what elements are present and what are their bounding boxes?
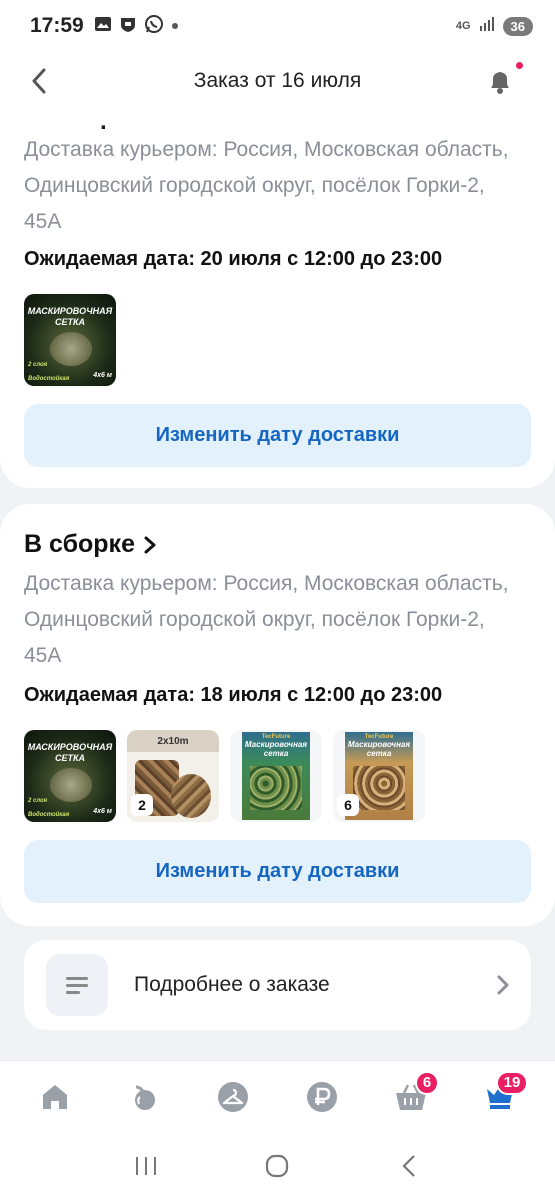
delivery-address: Доставка курьером: Россия, Московская об… <box>24 572 509 667</box>
chevron-right-icon <box>144 536 156 553</box>
catalog-icon <box>134 1085 155 1110</box>
product-name: 2x10m <box>157 736 189 747</box>
change-delivery-date-button[interactable]: Изменить дату доставки <box>24 404 531 467</box>
shipment-card-assembly: В сборке Доставка курьером: Россия, Моск… <box>0 504 555 926</box>
back-arrow-icon <box>402 1155 415 1177</box>
product-name: МАСКИРОВОЧНАЯ СЕТКА <box>27 306 113 327</box>
app-header: Заказ от 16 июля <box>0 52 555 110</box>
cart-count-badge: 6 <box>414 1070 440 1095</box>
whatsapp-notification-icon <box>144 14 164 39</box>
order-details-label: Подробнее о заказе <box>134 973 330 996</box>
ruble-icon <box>307 1081 338 1112</box>
battery-indicator: 36 <box>502 16 533 36</box>
product-name: МАСКИРОВОЧНАЯ СЕТКА <box>27 742 113 763</box>
shipment-status-link[interactable]: В сборке <box>24 530 157 559</box>
notification-dot <box>516 62 523 69</box>
chevron-left-icon <box>32 68 46 94</box>
product-name: Маскировочная сетка <box>347 740 411 758</box>
change-delivery-date-button[interactable]: Изменить дату доставки <box>24 840 531 903</box>
nav-profile[interactable]: 19 <box>472 1069 529 1125</box>
product-image <box>353 766 405 810</box>
recent-apps-button[interactable] <box>126 1146 166 1186</box>
home-system-button[interactable] <box>257 1146 297 1186</box>
status-time: 17:59 <box>30 14 84 37</box>
order-details-link[interactable]: Подробнее о заказе <box>24 940 531 1030</box>
nav-catalog[interactable] <box>116 1069 172 1125</box>
gallery-notification-icon <box>94 15 112 38</box>
product-thumbnail[interactable]: TecFuture Маскировочная сетка <box>230 730 322 822</box>
product-tag: 2 слоя <box>28 798 48 804</box>
nav-home[interactable] <box>27 1069 83 1125</box>
bell-icon <box>491 72 509 94</box>
signal-icon <box>479 16 495 37</box>
product-image <box>250 766 302 810</box>
page-title: Заказ от 16 июля <box>193 69 362 92</box>
profile-count-badge: 19 <box>495 1070 529 1095</box>
details-icon-box <box>46 954 108 1016</box>
items-thumbnails: МАСКИРОВОЧНАЯ СЕТКА 2 слоя Водостойкая 4… <box>24 294 116 386</box>
back-system-button[interactable] <box>389 1146 429 1186</box>
delivery-address: Доставка курьером: Россия, Московская об… <box>24 138 509 233</box>
product-tag: 2 слоя <box>28 362 48 368</box>
product-thumbnail[interactable]: 2x10m 2 <box>127 730 219 822</box>
nav-finance[interactable] <box>294 1069 350 1125</box>
item-quantity-badge: 6 <box>337 794 359 816</box>
product-tag: 4х6 м <box>93 808 112 815</box>
product-thumbnail[interactable]: МАСКИРОВОЧНАЯ СЕТКА 2 слоя Водостойкая 4… <box>24 730 116 822</box>
shipment-status: В сборке <box>24 530 135 558</box>
list-lines-icon <box>66 977 88 994</box>
bottom-navigation: 6 19 <box>0 1060 555 1132</box>
network-type: 4G <box>455 19 471 32</box>
product-name: Маскировочная сетка <box>244 740 308 758</box>
items-thumbnails: МАСКИРОВОЧНАЯ СЕТКА 2 слоя Водостойкая 4… <box>24 730 425 822</box>
product-image <box>50 768 92 802</box>
notifications-button[interactable] <box>485 62 523 96</box>
product-image <box>50 332 92 366</box>
product-tag: Водостойкая <box>28 376 70 382</box>
expected-date: Ожидаемая дата: 18 июля с 12:00 до 23:00 <box>24 684 443 706</box>
nav-cart[interactable]: 6 <box>383 1069 440 1125</box>
recent-apps-icon <box>135 1157 156 1175</box>
product-thumbnail[interactable]: TecFuture Маскировочная сетка 6 <box>333 730 425 822</box>
home-circle-icon <box>266 1154 289 1178</box>
expected-date: Ожидаемая дата: 20 июля с 12:00 до 23:00 <box>24 248 443 270</box>
nav-fashion[interactable] <box>205 1069 261 1125</box>
shipment-card-top: . Доставка курьером: Россия, Московская … <box>0 108 555 488</box>
item-quantity-badge: 2 <box>131 794 153 816</box>
more-notifications-dot-icon <box>171 17 179 35</box>
chevron-right-icon <box>497 975 509 995</box>
status-bar: 17:59 4G 36 <box>0 0 555 52</box>
back-button[interactable] <box>24 66 54 96</box>
home-icon <box>42 1084 67 1109</box>
product-tag: 4х6 м <box>93 372 112 379</box>
shield-notification-icon <box>119 15 137 38</box>
system-navigation-bar <box>0 1132 555 1200</box>
product-thumbnail[interactable]: МАСКИРОВОЧНАЯ СЕТКА 2 слоя Водостойкая 4… <box>24 294 116 386</box>
hanger-icon <box>217 1081 248 1112</box>
product-tag: Водостойкая <box>28 812 70 818</box>
